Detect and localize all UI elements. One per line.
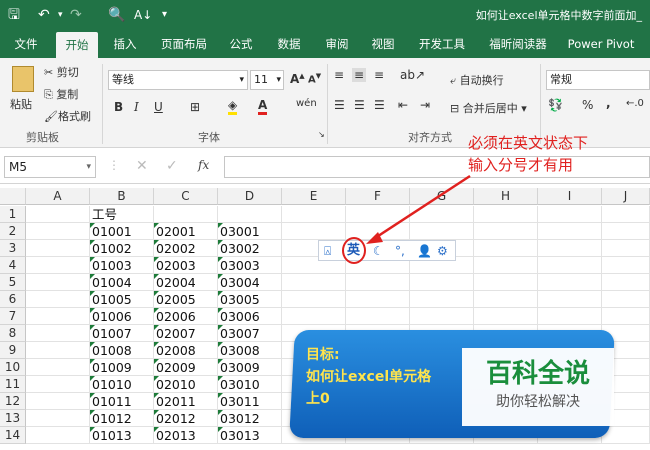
- goal-text: 目标: 如何让excel单元格 上0: [306, 347, 432, 407]
- watermark-logo: 百科全说 助你轻松解决: [462, 348, 614, 426]
- annotation-text: 必须在英文状态下 输入分号才有用: [468, 134, 589, 174]
